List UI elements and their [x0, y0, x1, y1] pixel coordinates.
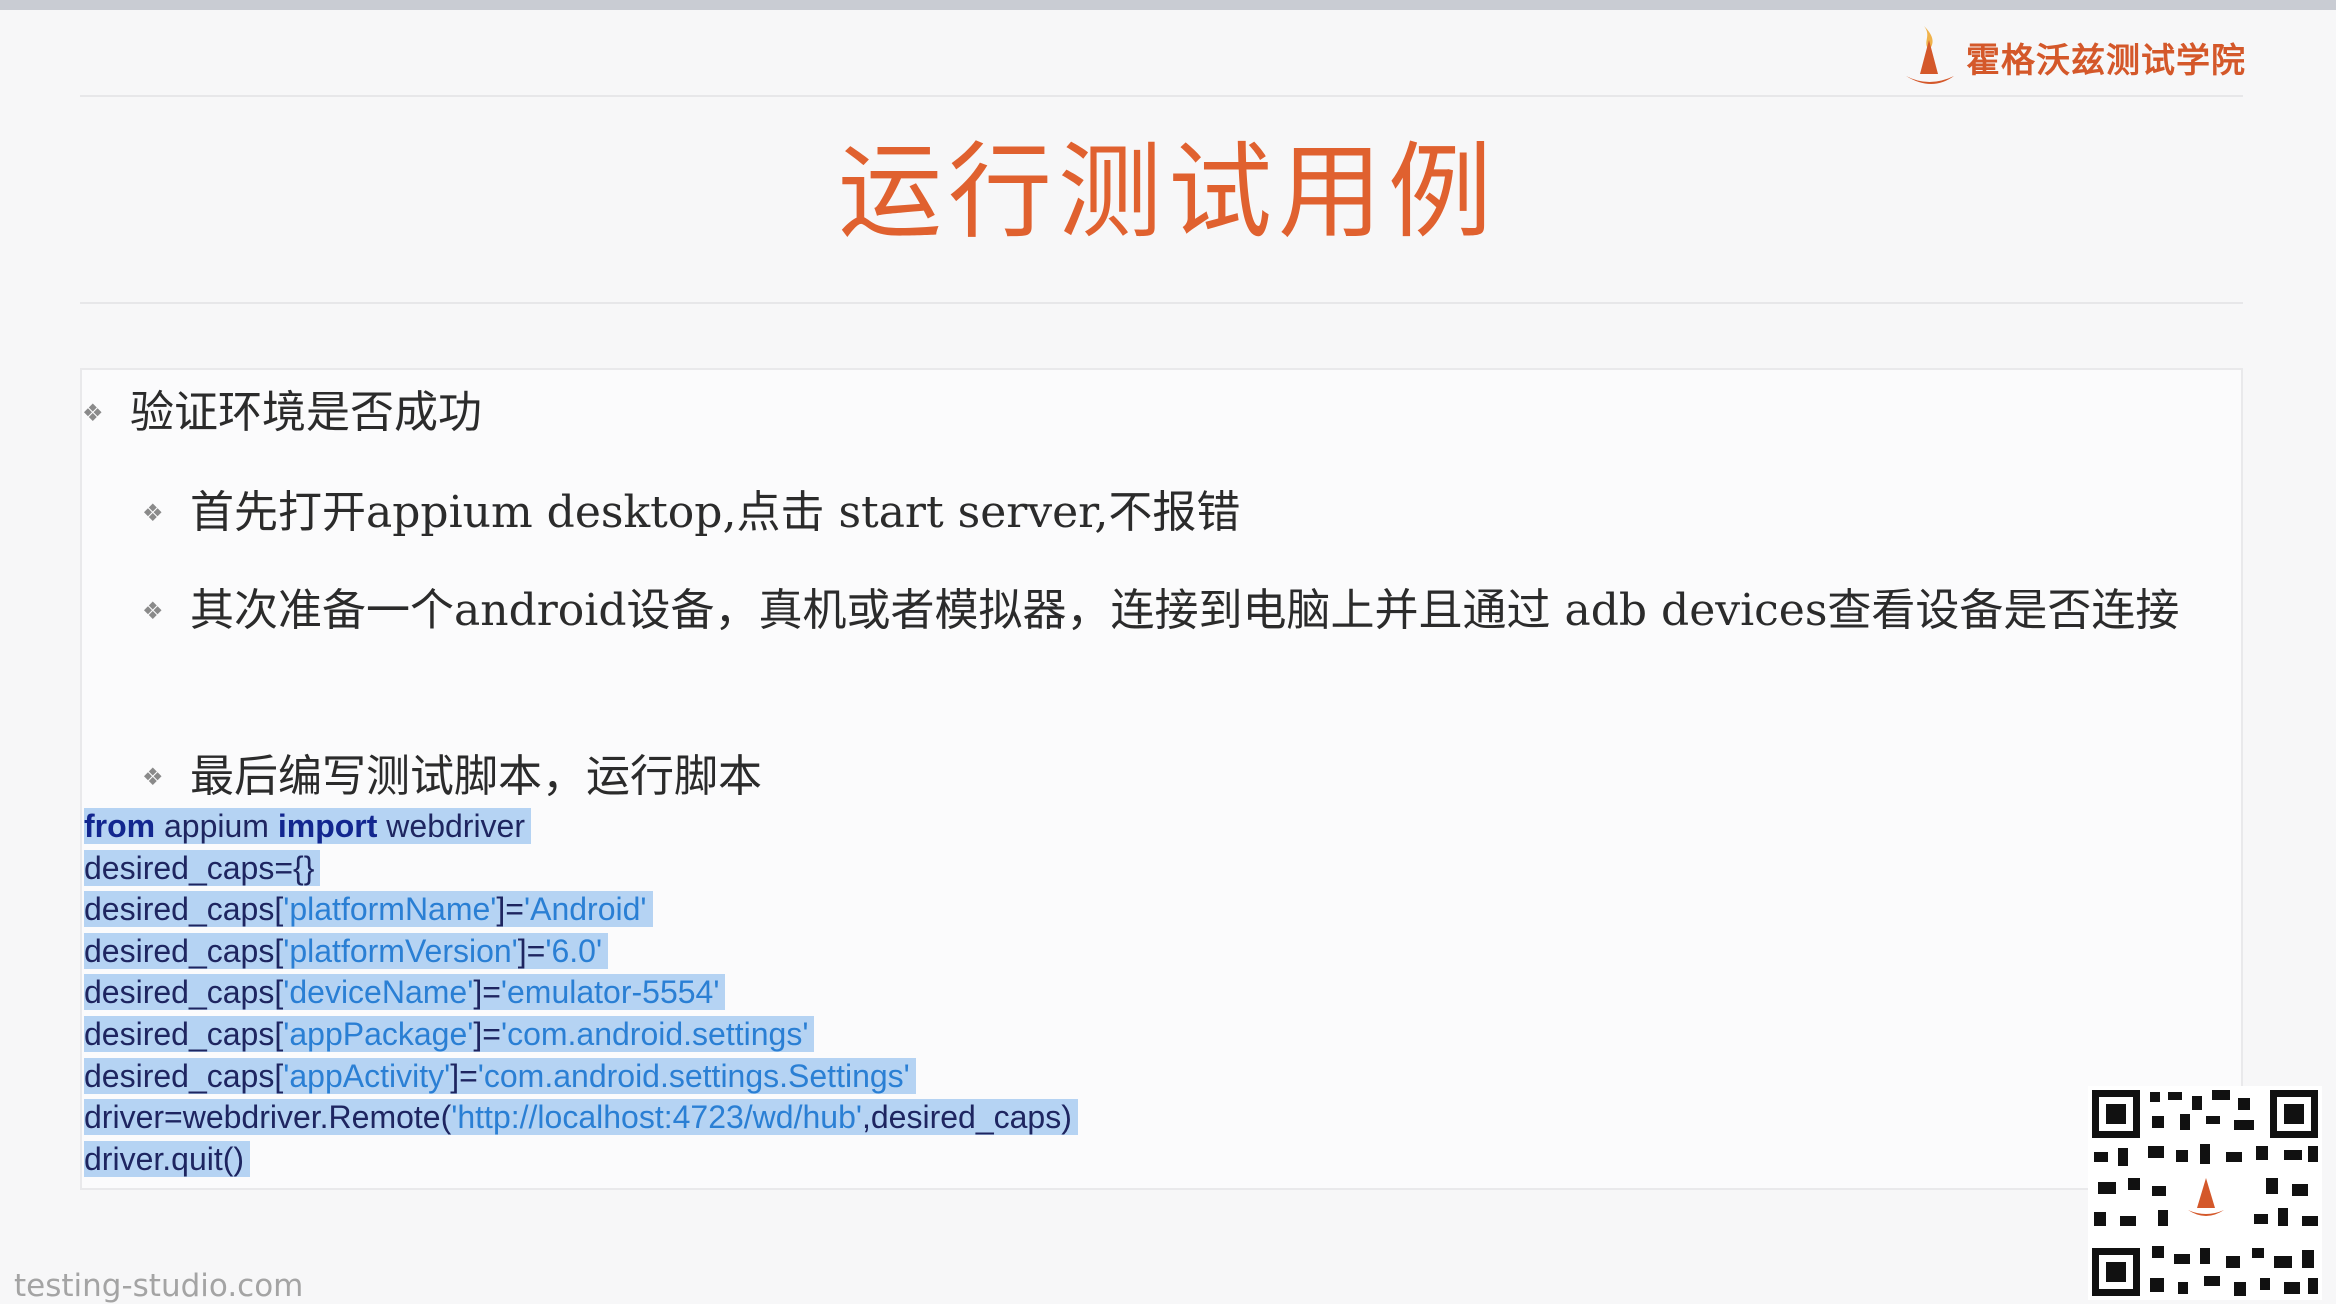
brand-name: 霍格沃兹测试学院 [1966, 40, 2246, 81]
code-keyword: import [277, 808, 378, 844]
sub-bullet-item: ❖ 其次准备一个android设备，真机或者模拟器，连接到电脑上并且通过 adb… [142, 578, 2242, 644]
title-divider [80, 302, 2243, 304]
code-text: appium [155, 808, 278, 844]
slide-title: 运行测试用例 [837, 131, 1498, 253]
footer-site: testing-studio.com [14, 1268, 304, 1304]
sub-bullet-item: ❖ 最后编写测试脚本，运行脚本 [142, 744, 762, 810]
code-text: desired_caps={} [84, 849, 315, 886]
code-string: 'deviceName' [283, 974, 474, 1011]
code-text: ]= [473, 1015, 501, 1052]
code-string: 'com.android.settings.Settings' [477, 1057, 910, 1094]
code-text: webdriver [377, 808, 525, 844]
code-selection: driver.quit() [84, 1140, 251, 1177]
bullet-text: 首先打开appium desktop,点击 start server,不报错 [190, 487, 1241, 538]
bullet-text: 其次准备一个android设备，真机或者模拟器，连接到电脑上并且通过 adb d… [190, 585, 2180, 636]
code-string: 'appPackage' [283, 1015, 474, 1052]
code-text: desired_caps[ [84, 891, 284, 928]
qr-code-icon [2088, 1086, 2322, 1300]
code-string: 'platformVersion' [283, 932, 518, 969]
top-strip [0, 0, 2336, 10]
bullet-text: 验证环境是否成功 [130, 387, 482, 438]
code-line: desired_caps['deviceName']='emulator-555… [84, 972, 1078, 1014]
code-selection: desired_caps['platformVersion']='6.0' [84, 932, 609, 969]
code-text: desired_caps[ [84, 974, 284, 1011]
code-string: 'com.android.settings' [500, 1015, 809, 1052]
code-line: from appium import webdriver [84, 806, 1078, 848]
code-text: ]= [496, 891, 524, 928]
code-keyword: from [84, 808, 156, 844]
code-block[interactable]: from appium import webdriver desired_cap… [84, 806, 1078, 1180]
code-line: desired_caps['platformName']='Android' [84, 889, 1078, 931]
sub-bullet-item: ❖ 首先打开appium desktop,点击 start server,不报错 [142, 480, 1240, 546]
code-string: 'http://localhost:4723/wd/hub' [451, 1099, 862, 1136]
code-text: desired_caps[ [84, 1057, 284, 1094]
bullet-diamond-icon: ❖ [82, 399, 104, 427]
wizard-hat-flame-icon [1906, 26, 1954, 84]
code-selection: desired_caps['deviceName']='emulator-555… [84, 974, 726, 1011]
code-line: driver=webdriver.Remote('http://localhos… [84, 1097, 1078, 1139]
code-string: 'platformName' [283, 891, 497, 928]
code-text: desired_caps[ [84, 932, 284, 969]
code-text: desired_caps[ [84, 1015, 284, 1052]
code-string: 'appActivity' [283, 1057, 451, 1094]
code-text: ,desired_caps) [861, 1099, 1072, 1136]
code-string: '6.0' [545, 932, 603, 969]
code-text: ]= [450, 1057, 478, 1094]
code-text: ]= [517, 932, 546, 969]
code-selection: driver=webdriver.Remote('http://localhos… [84, 1099, 1078, 1136]
code-text: driver=webdriver.Remote( [84, 1099, 452, 1136]
bullet-item: ❖ 验证环境是否成功 [82, 380, 482, 446]
code-string: 'emulator-5554' [500, 974, 720, 1011]
code-line: desired_caps['appPackage']='com.android.… [84, 1014, 1078, 1056]
code-selection: from appium import webdriver [84, 808, 531, 844]
code-selection: desired_caps={} [84, 849, 321, 886]
bullet-diamond-icon: ❖ [142, 597, 164, 625]
brand-header: 霍格沃兹测试学院 [1902, 22, 2246, 92]
code-line: desired_caps['platformVersion']='6.0' [84, 931, 1078, 973]
bullet-text: 最后编写测试脚本，运行脚本 [190, 751, 762, 802]
code-selection: desired_caps['platformName']='Android' [84, 891, 653, 928]
code-selection: desired_caps['appActivity']='com.android… [84, 1057, 916, 1094]
code-line: desired_caps['appActivity']='com.android… [84, 1056, 1078, 1098]
code-text: ]= [473, 974, 501, 1011]
code-selection: desired_caps['appPackage']='com.android.… [84, 1015, 815, 1052]
code-line: driver.quit() [84, 1139, 1078, 1181]
bullet-diamond-icon: ❖ [142, 499, 164, 527]
bullet-diamond-icon: ❖ [142, 763, 164, 791]
code-text: driver.quit() [84, 1140, 245, 1177]
code-line: desired_caps={} [84, 848, 1078, 890]
code-string: 'Android' [523, 891, 647, 928]
top-divider [80, 95, 2243, 97]
